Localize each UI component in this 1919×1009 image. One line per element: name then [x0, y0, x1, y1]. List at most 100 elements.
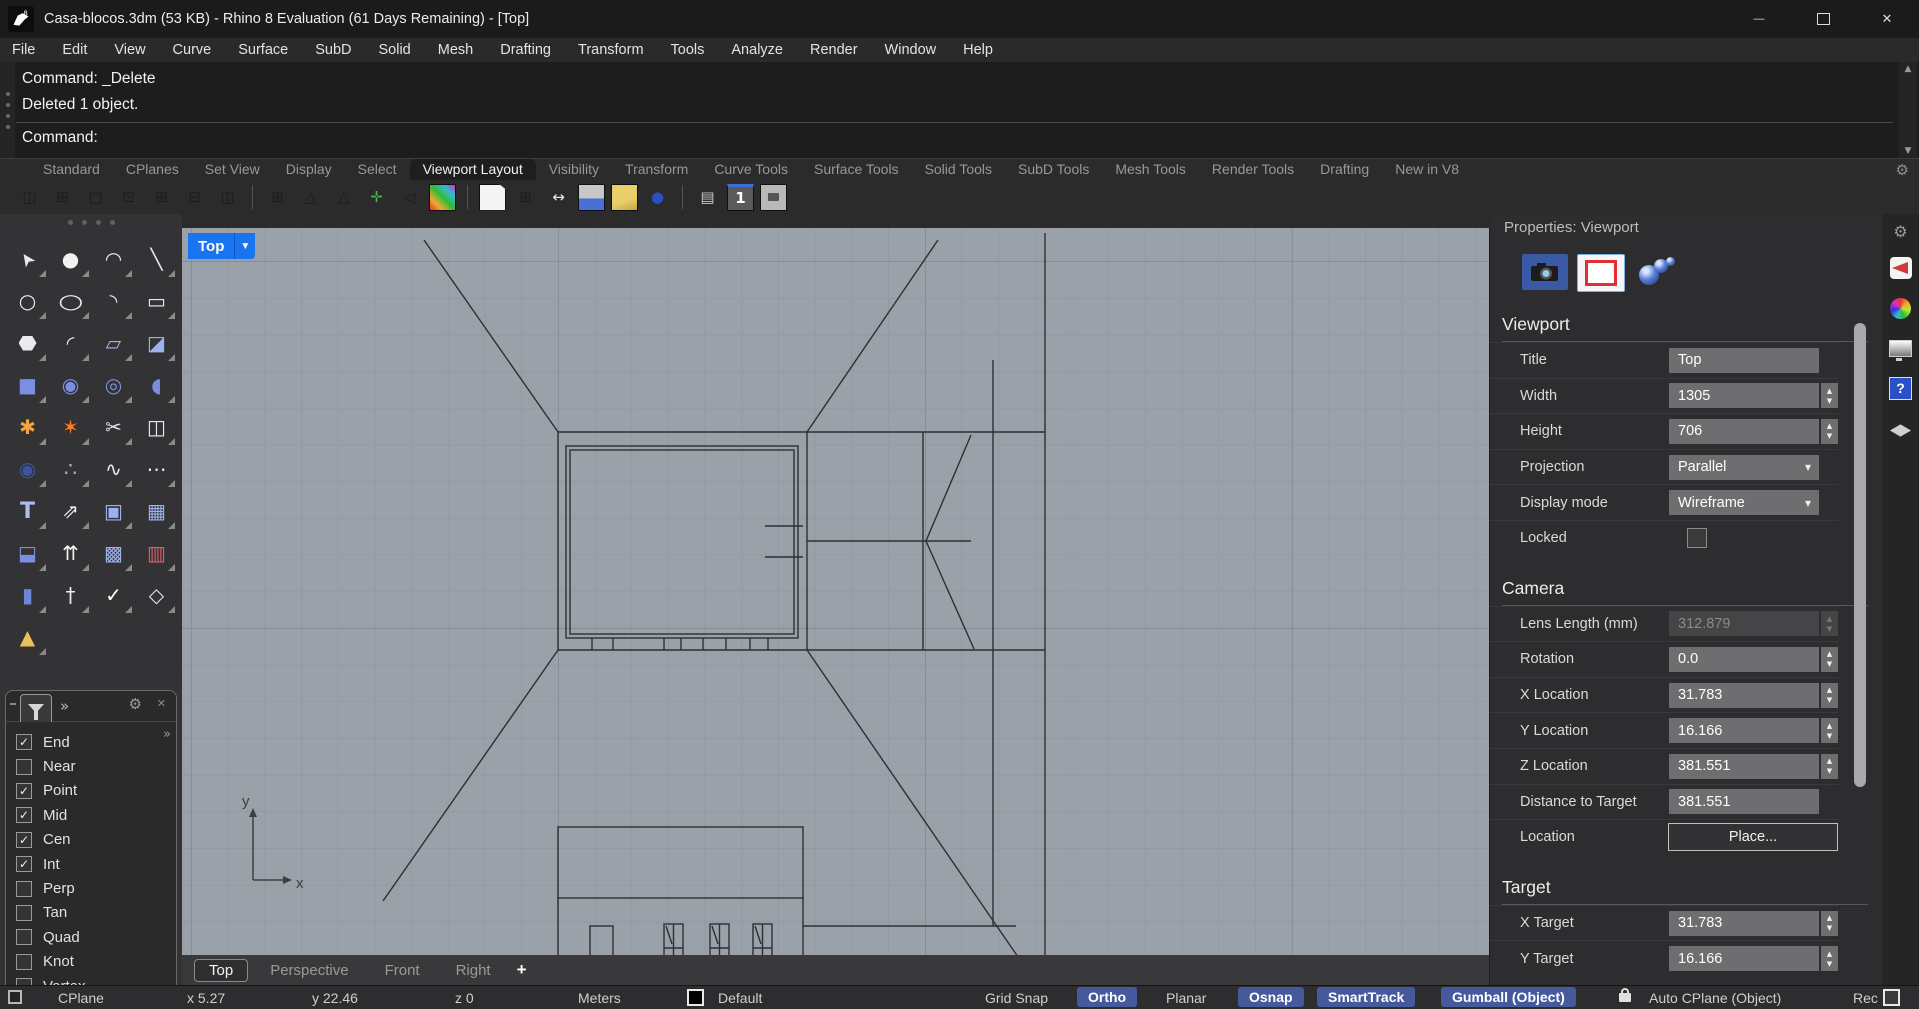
- record-history-icon[interactable]: [1883, 989, 1900, 1006]
- boolean-icon[interactable]: ◉: [6, 448, 49, 490]
- viewport-float-icon[interactable]: ⊡: [115, 184, 142, 211]
- ribbon-tab[interactable]: SubD Tools: [1005, 159, 1102, 180]
- polygon-icon[interactable]: [6, 322, 49, 364]
- width-input[interactable]: 1305: [1669, 383, 1819, 408]
- menu-item[interactable]: Tools: [671, 42, 705, 58]
- mannequin-icon[interactable]: †: [49, 574, 92, 616]
- layout-4pane-icon[interactable]: ⊞: [512, 184, 539, 211]
- statusbar-grip-icon[interactable]: [8, 990, 22, 1004]
- arc-icon[interactable]: ◝: [92, 280, 135, 322]
- viewport-single-icon[interactable]: □: [82, 184, 109, 211]
- z-location-stepper[interactable]: [1821, 754, 1838, 779]
- viewport-tab[interactable]: Top: [194, 959, 248, 982]
- viewport-tab[interactable]: +: [513, 960, 531, 980]
- units-label[interactable]: Meters: [578, 986, 621, 1009]
- lock-icon[interactable]: [1619, 993, 1631, 1002]
- osnap-gear-icon[interactable]: [129, 695, 142, 713]
- command-prompt-input[interactable]: Command:: [22, 125, 1893, 151]
- panel-gear-icon[interactable]: [1882, 214, 1919, 248]
- solid-edit-icon[interactable]: ⬓: [6, 532, 49, 574]
- display-properties-tab[interactable]: [1577, 254, 1625, 292]
- sphere-icon[interactable]: ◉: [49, 364, 92, 406]
- colors-panel-tab[interactable]: [1882, 288, 1919, 328]
- circle-icon[interactable]: ○: [6, 280, 49, 322]
- rotation-stepper[interactable]: [1821, 647, 1838, 672]
- z-location-input[interactable]: 381.551: [1669, 754, 1819, 779]
- osnap-collapse-icon[interactable]: [10, 703, 16, 705]
- open-template-icon[interactable]: [611, 184, 638, 211]
- x-target-input[interactable]: 31.783: [1669, 911, 1819, 936]
- viewport-tab[interactable]: Front: [371, 960, 434, 981]
- line-icon[interactable]: ╲: [135, 238, 178, 280]
- page-one-icon[interactable]: 1: [727, 184, 754, 211]
- menu-item[interactable]: Analyze: [731, 42, 783, 58]
- grid-array-icon[interactable]: ▩: [92, 532, 135, 574]
- ribbon-tab[interactable]: New in V8: [1382, 159, 1472, 180]
- layer-color-swatch[interactable]: [687, 989, 704, 1006]
- panel-scrollbar[interactable]: [1854, 323, 1866, 787]
- y-location-input[interactable]: 16.166: [1669, 718, 1819, 743]
- ellipse-icon[interactable]: ○: [49, 280, 92, 322]
- viewport-title-badge[interactable]: Top: [188, 233, 255, 259]
- grid-snap-toggle[interactable]: Grid Snap: [985, 986, 1048, 1009]
- menu-item[interactable]: Surface: [238, 42, 288, 58]
- ribbon-gear-icon[interactable]: [1896, 161, 1909, 179]
- height-input[interactable]: 706: [1669, 419, 1819, 444]
- palette-drag-handle[interactable]: [0, 220, 182, 225]
- curve-fillet-icon[interactable]: ◜: [49, 322, 92, 364]
- osnap-close-icon[interactable]: [157, 697, 166, 710]
- x-target-stepper[interactable]: [1821, 911, 1838, 936]
- place-button[interactable]: Place...: [1668, 823, 1838, 851]
- scroll-up-icon[interactable]: [1899, 64, 1917, 74]
- check-icon[interactable]: ✓: [92, 574, 135, 616]
- cplane-button[interactable]: CPlane: [58, 986, 104, 1009]
- menu-item[interactable]: Curve: [173, 42, 212, 58]
- osnap-checkbox[interactable]: [16, 807, 32, 823]
- surface-revolve-icon[interactable]: ◖: [135, 364, 178, 406]
- camera-view-icon[interactable]: ◁: [396, 184, 423, 211]
- viewport-title[interactable]: Top: [188, 238, 234, 255]
- planar-toggle[interactable]: Planar: [1166, 986, 1206, 1009]
- osnap-toggle[interactable]: Osnap: [1238, 987, 1304, 1007]
- osnap-checkbox[interactable]: [16, 783, 32, 799]
- menu-item[interactable]: Help: [963, 42, 993, 58]
- single-point-icon[interactable]: ●: [49, 238, 92, 280]
- menu-item[interactable]: Drafting: [500, 42, 551, 58]
- projection-select[interactable]: Parallel: [1669, 455, 1819, 480]
- array-icon[interactable]: ▦: [135, 490, 178, 532]
- ribbon-tab[interactable]: Set View: [192, 159, 273, 180]
- extrude-icon[interactable]: ⇈: [49, 532, 92, 574]
- x-location-input[interactable]: 31.783: [1669, 683, 1819, 708]
- menu-item[interactable]: File: [12, 42, 35, 58]
- menu-item[interactable]: Window: [885, 42, 937, 58]
- scale-icon[interactable]: ⇗: [49, 490, 92, 532]
- menu-item[interactable]: Transform: [578, 42, 644, 58]
- object-properties-tab[interactable]: [1634, 254, 1680, 290]
- y-location-stepper[interactable]: [1821, 718, 1838, 743]
- menu-item[interactable]: Render: [810, 42, 858, 58]
- blend-curve-icon[interactable]: ∿: [92, 448, 135, 490]
- export-view-icon[interactable]: ●: [644, 184, 671, 211]
- ribbon-tab[interactable]: Drafting: [1307, 159, 1382, 180]
- y-target-stepper[interactable]: [1821, 946, 1838, 971]
- minimize-button[interactable]: [1727, 0, 1791, 38]
- menu-item[interactable]: View: [114, 42, 145, 58]
- ribbon-tab[interactable]: Mesh Tools: [1102, 159, 1199, 180]
- viewport-tab[interactable]: Perspective: [256, 960, 362, 981]
- print-icon[interactable]: ▤: [694, 184, 721, 211]
- text-icon[interactable]: T: [6, 490, 49, 532]
- split-icon[interactable]: ◫: [135, 406, 178, 448]
- help-panel-tab[interactable]: ?: [1882, 368, 1919, 408]
- ribbon-tab[interactable]: Select: [345, 159, 410, 180]
- width-stepper[interactable]: [1821, 383, 1838, 408]
- ribbon-tab[interactable]: Transform: [612, 159, 701, 180]
- viewport-tab[interactable]: Right: [442, 960, 505, 981]
- height-stepper[interactable]: [1821, 419, 1838, 444]
- auto-cplane-toggle[interactable]: Auto CPlane (Object): [1649, 986, 1781, 1009]
- ribbon-tab[interactable]: Curve Tools: [701, 159, 801, 180]
- display-mode-select[interactable]: Wireframe: [1669, 490, 1819, 515]
- command-scrollbar[interactable]: [1899, 62, 1917, 158]
- lamp-icon[interactable]: ▲: [6, 616, 49, 658]
- viewport-vsplit-icon[interactable]: ◫: [214, 184, 241, 211]
- viewport-canvas[interactable]: y x Top: [182, 228, 1489, 955]
